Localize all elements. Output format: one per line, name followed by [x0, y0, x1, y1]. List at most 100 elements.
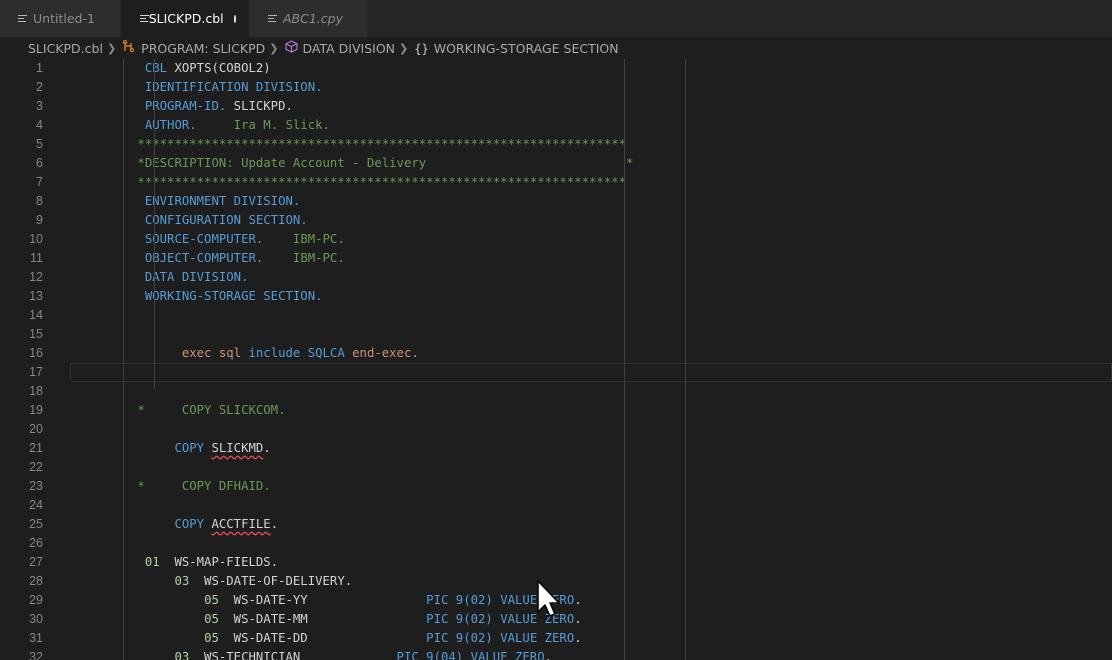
code-keyword: PROGRAM-ID. [144, 99, 227, 113]
braces-icon: {} [414, 41, 429, 56]
code-line[interactable]: 5 **************************************… [0, 135, 1112, 154]
ruler-line [624, 59, 625, 660]
code-content: SOURCE-COMPUTER. IBM-PC. [93, 230, 345, 249]
breadcrumb-label: DATA DIVISION [302, 40, 396, 56]
code-line[interactable]: 8 ENVIRONMENT DIVISION. [0, 192, 1112, 211]
breadcrumb-label: SLICKPD.cbl [28, 40, 103, 56]
code-content: ****************************************… [93, 173, 626, 192]
breadcrumb: SLICKPD.cbl ❯ PROGRAM: SLICKPD ❯ DATA DIVISI… [0, 37, 1112, 59]
code-editor[interactable]: 1 CBL XOPTS(COBOL2) 2 IDENTIFICATION DIVI… [0, 59, 1112, 660]
line-number: 11 [30, 251, 43, 265]
code-line[interactable]: 16 exec sql include SQLCA end-exec. [0, 344, 1112, 363]
code-line[interactable]: 15 [0, 325, 1112, 344]
code-content: DATA DIVISION. [93, 268, 249, 287]
tab-0[interactable]: Untitled-1 [0, 0, 121, 37]
code-line[interactable]: 31 05 WS-DATE-DD PIC 9(02) VALUE ZERO. [0, 629, 1112, 648]
code-line[interactable]: 17 [0, 363, 1112, 382]
code-sql: end-exec. [352, 346, 419, 360]
breadcrumb-label: PROGRAM: SLICKPD [141, 40, 266, 56]
code-keyword: PIC 9(02) VALUE ZERO [426, 631, 575, 645]
tab-bar: Untitled-1 SLICKPD.cbl ABC1.cpy [0, 0, 1112, 37]
code-level-number: 03 [174, 574, 190, 588]
code-keyword: OBJECT-COMPUTER. [144, 251, 264, 265]
line-number: 15 [29, 327, 43, 341]
line-number: 24 [29, 498, 43, 512]
line-number: 16 [29, 346, 43, 360]
code-keyword: SQLCA [307, 346, 353, 360]
code-text: WS-DATE-MM [218, 612, 427, 626]
code-level-number: 05 [204, 612, 219, 626]
code-keyword: ENVIRONMENT DIVISION. [144, 194, 301, 208]
code-content: * COPY SLICKCOM. [93, 401, 285, 420]
breadcrumb-item-3[interactable]: {} WORKING-STORAGE SECTION [414, 41, 618, 56]
tab-2[interactable]: ABC1.cpy [250, 0, 368, 37]
line-number: 14 [29, 308, 43, 322]
code-keyword: DATA DIVISION. [144, 270, 249, 284]
line-number: 20 [29, 422, 43, 436]
code-line[interactable]: 2 IDENTIFICATION DIVISION. [0, 78, 1112, 97]
code-comment: * COPY DFHAID. [137, 479, 271, 493]
line-number: 17 [29, 365, 43, 379]
cube-icon [284, 40, 298, 56]
code-line[interactable]: 21 COPY SLICKMD. [0, 439, 1112, 458]
ruler-line [685, 59, 686, 660]
code-text: WS-DATE-DD [218, 631, 427, 645]
code-content: CONFIGURATION SECTION. [93, 211, 308, 230]
code-level-number: 05 [204, 593, 219, 607]
code-line[interactable]: 25 COPY ACCTFILE. [0, 515, 1112, 534]
code-comment: IBM-PC. [263, 232, 345, 246]
code-line[interactable]: 4 AUTHOR. Ira M. Slick. [0, 116, 1112, 135]
code-line[interactable]: 1 CBL XOPTS(COBOL2) [0, 59, 1112, 78]
code-line[interactable]: 10 SOURCE-COMPUTER. IBM-PC. [0, 230, 1112, 249]
code-level-number: 03 [174, 650, 190, 660]
breadcrumb-item-0[interactable]: SLICKPD.cbl [22, 41, 103, 56]
code-line[interactable]: 13 WORKING-STORAGE SECTION. [0, 287, 1112, 306]
code-line[interactable]: 24 [0, 496, 1112, 515]
program-icon [122, 39, 136, 56]
line-number: 13 [29, 289, 43, 303]
code-comment: ****************************************… [137, 175, 627, 189]
code-line[interactable]: 6 *DESCRIPTION: Update Account - Deliver… [0, 154, 1112, 173]
code-content: 03 WS-TECHNICIAN PIC 9(04) VALUE ZERO. [93, 648, 552, 660]
code-comment: Ira M. Slick. [196, 118, 330, 132]
line-number: 4 [36, 118, 43, 132]
code-text: SLICKPD. [226, 99, 293, 113]
code-line[interactable]: 12 DATA DIVISION. [0, 268, 1112, 287]
breadcrumb-item-1[interactable]: PROGRAM: SLICKPD [122, 39, 266, 56]
code-line[interactable]: 32 03 WS-TECHNICIAN PIC 9(04) VALUE ZERO… [0, 648, 1112, 660]
code-line[interactable]: 3 PROGRAM-ID. SLICKPD. [0, 97, 1112, 116]
code-content: IDENTIFICATION DIVISION. [93, 78, 323, 97]
code-keyword: COPY [174, 517, 212, 531]
indent-guide [123, 59, 124, 660]
code-line[interactable]: 14 [0, 306, 1112, 325]
code-text: XOPTS(COBOL2) [174, 61, 271, 75]
line-number: 8 [36, 194, 43, 208]
code-line[interactable]: 27 01 WS-MAP-FIELDS. [0, 553, 1112, 572]
code-line[interactable]: 9 CONFIGURATION SECTION. [0, 211, 1112, 230]
code-line[interactable]: 23 * COPY DFHAID. [0, 477, 1112, 496]
code-line[interactable]: 19 * COPY SLICKCOM. [0, 401, 1112, 420]
code-line[interactable]: 18 [0, 382, 1112, 401]
tab-1[interactable]: SLICKPD.cbl [122, 0, 249, 37]
line-number: 21 [29, 441, 43, 455]
line-number: 30 [29, 612, 43, 626]
code-line[interactable]: 11 OBJECT-COMPUTER. IBM-PC. [0, 249, 1112, 268]
breadcrumb-item-2[interactable]: DATA DIVISION [284, 40, 396, 56]
line-number: 23 [29, 479, 43, 493]
tab-label: Untitled-1 [33, 11, 95, 26]
code-line[interactable]: 26 [0, 534, 1112, 553]
code-content: 03 WS-DATE-OF-DELIVERY. [93, 572, 352, 591]
code-line[interactable]: 7 **************************************… [0, 173, 1112, 192]
code-line[interactable]: 22 [0, 458, 1112, 477]
unsaved-dot-icon[interactable] [233, 14, 236, 23]
code-line[interactable]: 20 [0, 420, 1112, 439]
